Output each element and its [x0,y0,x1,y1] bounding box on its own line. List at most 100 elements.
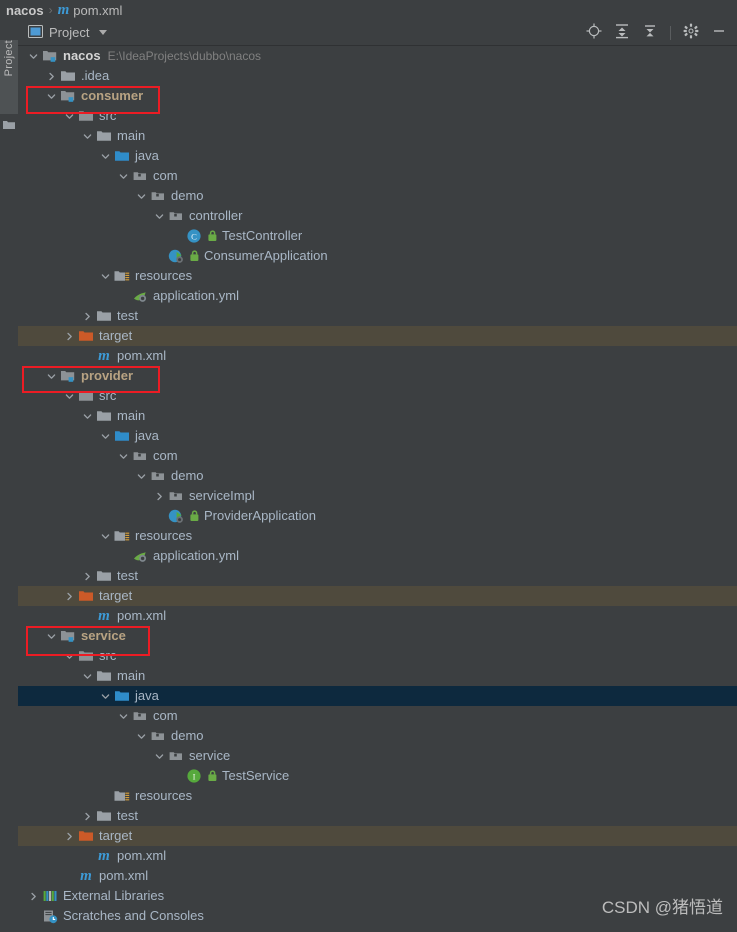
chevron-down-icon[interactable] [136,731,147,742]
tree-row-main[interactable]: main [18,406,737,426]
gear-icon[interactable] [683,23,699,42]
tree-row-demo[interactable]: demo [18,466,737,486]
tree-row-java[interactable]: java [18,426,737,446]
chevron-down-icon[interactable] [136,191,147,202]
tree-row-src[interactable]: src [18,386,737,406]
tree-row-java[interactable]: java [18,686,737,706]
chevron-down-icon[interactable] [118,711,129,722]
chevron-down-icon[interactable] [64,651,75,662]
tree-row-target[interactable]: target [18,326,737,346]
chevron-down-icon[interactable] [100,531,111,542]
tree-row-demo[interactable]: demo [18,726,737,746]
chevron-down-icon[interactable] [100,151,111,162]
tree-row-application-yml[interactable]: application.yml [18,286,737,306]
tree-row-target[interactable]: target [18,586,737,606]
tree-row-pom-xml[interactable]: m pom.xml [18,866,737,886]
chevron-down-icon[interactable] [154,211,165,222]
chevron-right-icon[interactable] [64,331,75,342]
tree-row-com[interactable]: com [18,446,737,466]
chevron-down-icon[interactable] [64,391,75,402]
chevron-down-icon[interactable] [118,171,129,182]
tree-row-com[interactable]: com [18,706,737,726]
chevron-down-icon[interactable] [154,751,165,762]
tree-row-provider[interactable]: provider [18,366,737,386]
chevron-down-icon[interactable] [100,271,111,282]
tree-row-main[interactable]: main [18,666,737,686]
tree-row-label: .idea [81,68,110,83]
chevron-down-icon[interactable] [46,371,57,382]
chevron-right-icon[interactable] [28,891,39,902]
tree-row-consumerapplication[interactable]: ConsumerApplication [18,246,737,266]
chevron-down-icon[interactable] [82,131,93,142]
tree-row-idea[interactable]: .idea [18,66,737,86]
chevron-down-icon[interactable] [100,691,111,702]
tree-row-main[interactable]: main [18,126,737,146]
tree-row-resources[interactable]: resources [18,266,737,286]
tree-row-serviceimpl[interactable]: serviceImpl [18,486,737,506]
breadcrumb-root[interactable]: nacos [6,3,44,18]
chevron-right-icon[interactable] [82,811,93,822]
tree-row-target[interactable]: target [18,826,737,846]
folder-icon [96,128,112,144]
tree-row-resources[interactable]: resources [18,526,737,546]
chevron-down-icon[interactable] [99,30,108,35]
tree-row-pom-xml[interactable]: m pom.xml [18,346,737,366]
tree-row-src[interactable]: src [18,646,737,666]
tree-row-application-yml[interactable]: application.yml [18,546,737,566]
chevron-down-icon[interactable] [28,51,39,62]
tree-row-label: pom.xml [117,348,167,363]
public-lock-icon [207,769,218,783]
folder-resources-icon [114,528,130,544]
tree-row-service[interactable]: service [18,626,737,646]
chevron-right-icon[interactable] [46,71,57,82]
chevron-down-icon[interactable] [136,471,147,482]
chevron-right-icon[interactable] [64,831,75,842]
breadcrumb-file[interactable]: m pom.xml [58,2,123,18]
public-lock-icon [207,229,218,243]
tree-row-test[interactable]: test [18,306,737,326]
tree-row-testcontroller[interactable]: C TestController [18,226,737,246]
tree-row-java[interactable]: java [18,146,737,166]
svg-text:I: I [193,771,196,781]
tree-row-test[interactable]: test [18,566,737,586]
tree-row-test[interactable]: test [18,806,737,826]
tree-row-service[interactable]: service [18,746,737,766]
folder-icon [96,308,112,324]
chevron-down-icon[interactable] [82,671,93,682]
chevron-right-icon[interactable] [82,311,93,322]
expand-all-icon[interactable] [614,23,630,42]
minimize-icon[interactable] [711,23,727,42]
chevron-right-icon[interactable] [64,591,75,602]
scratches-icon [42,908,58,924]
package-icon [150,468,166,484]
tree-row-com[interactable]: com [18,166,737,186]
tree-row-label: application.yml [153,288,239,303]
tree-row-resources[interactable]: resources [18,786,737,806]
chevron-right-icon[interactable] [154,491,165,502]
chevron-down-icon[interactable] [64,111,75,122]
tree-row-label: com [153,448,178,463]
chevron-down-icon[interactable] [46,631,57,642]
chevron-down-icon[interactable] [118,451,129,462]
tree-row-label: TestController [222,228,303,243]
tree-row-pom-xml[interactable]: m pom.xml [18,606,737,626]
chevron-down-icon[interactable] [100,431,111,442]
collapse-all-icon[interactable] [642,23,658,42]
project-tree[interactable]: nacos E:\IdeaProjects\dubbo\nacos .idea con… [18,46,737,932]
tree-row-nacos[interactable]: nacos E:\IdeaProjects\dubbo\nacos [18,46,737,66]
locate-icon[interactable] [586,23,602,42]
public-lock-icon [189,509,200,523]
tree-row-pom-xml[interactable]: m pom.xml [18,846,737,866]
tree-row-label: ConsumerApplication [204,248,328,263]
tree-row-demo[interactable]: demo [18,186,737,206]
folder-resources-icon [114,268,130,284]
tree-row-providerapplication[interactable]: ProviderApplication [18,506,737,526]
sidebar-item-project-tab[interactable]: Project [0,40,18,114]
tree-row-testservice[interactable]: I TestService [18,766,737,786]
chevron-down-icon[interactable] [46,91,57,102]
tree-row-controller[interactable]: controller [18,206,737,226]
chevron-down-icon[interactable] [82,411,93,422]
tree-row-consumer[interactable]: consumer [18,86,737,106]
tree-row-src[interactable]: src [18,106,737,126]
chevron-right-icon[interactable] [82,571,93,582]
